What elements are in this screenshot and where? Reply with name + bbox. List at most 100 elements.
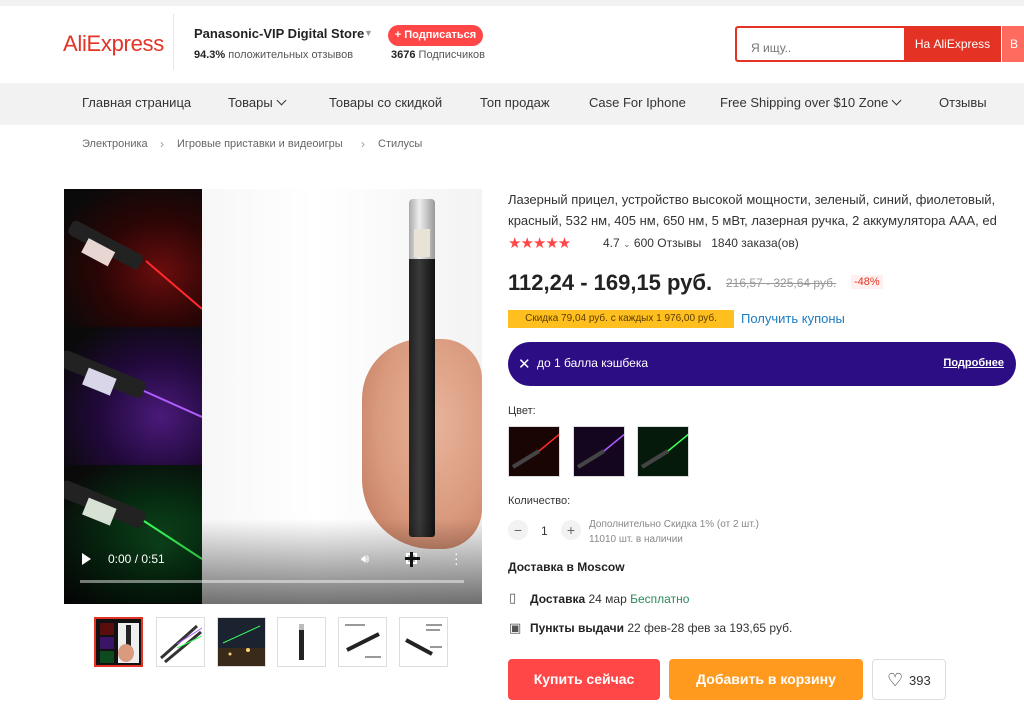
subscribers-label: Подписчиков [418, 49, 485, 61]
cashback-icon: ✕ [518, 356, 531, 373]
feedback-label: положительных отзывов [228, 49, 354, 61]
nav-reviews[interactable]: Отзывы [939, 95, 987, 110]
reviews-link[interactable]: 600 Отзывы [634, 236, 701, 250]
heart-icon: ♡ [887, 670, 904, 690]
nav-case-iphone[interactable]: Case For Iphone [589, 95, 686, 110]
store-nav: Главная страница Товары Товары со скидко… [0, 83, 1024, 125]
nav-top-sales[interactable]: Топ продаж [480, 95, 550, 110]
rating-summary: 4.7 ⌄ 600 Отзывы 1840 заказа(ов) [603, 236, 799, 250]
nav-home[interactable]: Главная страница [82, 95, 191, 110]
thumbnail-image [96, 619, 141, 665]
breadcrumb-separator: › [160, 137, 164, 151]
thumbnail-2[interactable] [156, 617, 205, 667]
store-feedback: 94.3% положительных отзывов [194, 49, 353, 61]
product-title: Лазерный прицел, устройство высокой мощн… [508, 192, 997, 228]
buy-now-button[interactable]: Купить сейчас [508, 659, 660, 700]
stock-count: 11010 шт. в наличии [589, 534, 683, 545]
color-option-violet[interactable] [573, 426, 625, 477]
red-laser-swatch-image [509, 427, 559, 476]
nav-free-shipping[interactable]: Free Shipping over $10 Zone [720, 95, 902, 110]
thumbnail-image [345, 624, 381, 658]
delivery-label: Доставка [530, 592, 586, 606]
nav-free-shipping-label: Free Shipping over $10 Zone [720, 95, 889, 110]
discount-badge: -48% [851, 275, 883, 289]
volume-icon[interactable]: 🔊︎ [361, 551, 369, 567]
quantity-value[interactable]: 1 [541, 524, 548, 538]
nav-sale[interactable]: Товары со скидкой [329, 95, 442, 110]
video-progress-bar[interactable] [80, 580, 464, 583]
quantity-info: Дополнительно Скидка 1% (от 2 шт.) 11010… [589, 517, 759, 547]
thumbnail-6[interactable] [399, 617, 448, 667]
search-store-button[interactable]: В [1002, 26, 1024, 62]
more-options-icon[interactable]: · · · [454, 546, 459, 570]
play-icon[interactable] [82, 553, 91, 565]
search-input[interactable] [735, 26, 905, 62]
get-coupons-link[interactable]: Получить купоны [741, 311, 845, 326]
old-price: 216,57 - 325,64 руб. [726, 276, 837, 290]
nav-home-label: Главная страница [82, 95, 192, 110]
thumbnail-3[interactable] [217, 617, 266, 667]
green-laser-swatch-image [638, 427, 688, 476]
pickup-info: 22 фев-28 фев за 193,65 руб. [627, 621, 793, 635]
store-subscribers: 3676 Подписчиков [391, 49, 485, 61]
wishlist-button[interactable]: ♡ 393 [872, 659, 946, 700]
aliexpress-logo[interactable]: AliExpress [63, 31, 164, 57]
header-divider [173, 14, 174, 70]
rating-stars-icon: ★★★★★ [508, 235, 571, 252]
pickup-row: Пункты выдачи 22 фев-28 фев за 193,65 ру… [530, 621, 792, 635]
breadcrumb-stylus[interactable]: Стилусы [378, 138, 422, 150]
orders-count: 1840 заказа(ов) [711, 236, 799, 250]
chevron-down-icon [276, 95, 287, 106]
nav-products[interactable]: Товары [228, 95, 287, 110]
nav-reviews-label: Отзывы [939, 95, 987, 110]
chevron-down-icon[interactable]: ⌄ [623, 239, 631, 249]
store-dropdown-icon[interactable]: ▼ [364, 28, 373, 38]
thumbnail-image [218, 618, 265, 666]
pickup-label: Пункты выдачи [530, 621, 624, 635]
add-to-cart-button[interactable]: Добавить в корзину [669, 659, 863, 700]
laser-pen-label [414, 229, 430, 257]
color-label: Цвет: [508, 405, 536, 417]
delivery-date: 24 мар [588, 592, 627, 606]
subscribe-button[interactable]: + Подписаться [388, 25, 483, 46]
subscribers-count: 3676 [391, 49, 416, 61]
feedback-percent: 94.3% [194, 49, 226, 61]
coupon-badge: Скидка 79,04 руб. с каждых 1 976,00 руб. [508, 310, 734, 328]
violet-laser-swatch-image [574, 427, 624, 476]
breadcrumb-electronics[interactable]: Электроника [82, 138, 148, 150]
thumbnail-5[interactable] [338, 617, 387, 667]
thumbnail-1[interactable] [94, 617, 143, 667]
chevron-down-icon [891, 95, 902, 106]
bulk-discount-note: Дополнительно Скидка 1% (от 2 шт.) [589, 519, 759, 530]
search-aliexpress-button[interactable]: На AliExpress [904, 26, 1001, 62]
wishlist-count: 393 [909, 673, 931, 688]
breadcrumb-consoles[interactable]: Игровые приставки и видеоигры [177, 138, 343, 150]
cashback-more-link[interactable]: Подробнее [943, 357, 1004, 369]
fullscreen-icon[interactable] [405, 552, 420, 567]
color-option-green[interactable] [637, 426, 689, 477]
color-option-red[interactable] [508, 426, 560, 477]
shipping-title: Доставка в Moscow [508, 560, 625, 574]
thumbnail-4[interactable] [277, 617, 326, 667]
cashback-text: до 1 балла кэшбека [537, 356, 649, 370]
delivery-price: Бесплатно [630, 592, 690, 606]
thumbnail-image [160, 624, 203, 664]
breadcrumb-separator: › [361, 137, 365, 151]
delivery-row: Доставка 24 мар Бесплатно [530, 592, 689, 606]
store-name[interactable]: Panasonic-VIP Digital Store [194, 26, 364, 41]
quantity-decrease-button[interactable]: − [508, 520, 528, 540]
top-strip [0, 0, 1024, 6]
pickup-icon: ▣ [509, 620, 522, 635]
nav-products-label: Товары [228, 95, 273, 110]
video-time: 0:00 / 0:51 [108, 552, 165, 566]
product-video[interactable]: 0:00 / 0:51 🔊︎ · · · [64, 189, 482, 604]
quantity-increase-button[interactable]: + [561, 520, 581, 540]
thumbnail-image [299, 624, 304, 660]
cashback-banner[interactable]: ✕ до 1 балла кэшбека Подробнее [508, 342, 1016, 386]
nav-case-iphone-label: Case For Iphone [589, 95, 686, 110]
delivery-icon: ▯ [509, 590, 517, 605]
nav-top-sales-label: Топ продаж [480, 95, 550, 110]
nav-sale-label: Товары со скидкой [329, 95, 443, 110]
quantity-label: Количество: [508, 495, 571, 507]
rating-value: 4.7 [603, 236, 620, 250]
